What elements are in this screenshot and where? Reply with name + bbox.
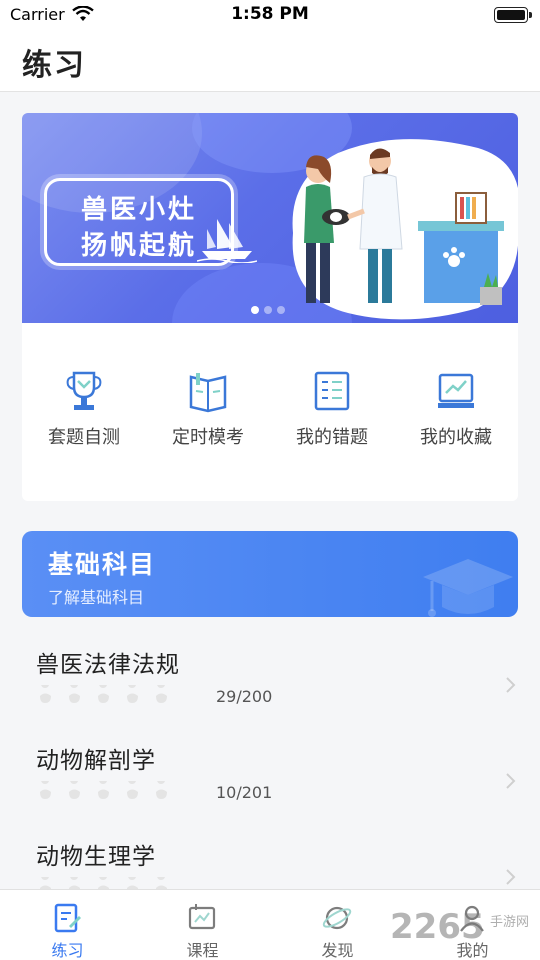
watermark-label: 手游网 bbox=[490, 915, 529, 930]
quick-action-timed-exam[interactable]: 定时模考 bbox=[146, 363, 270, 453]
tab-label: 练习 bbox=[51, 941, 84, 960]
chick-icon bbox=[127, 781, 138, 799]
carousel-dot[interactable] bbox=[264, 306, 272, 314]
subject-rating bbox=[36, 877, 181, 889]
tab-courses[interactable]: 课程 bbox=[135, 890, 270, 960]
quick-action-label: 我的错题 bbox=[296, 427, 368, 448]
subject-progress: 29/200 bbox=[216, 687, 273, 706]
tab-label: 课程 bbox=[186, 941, 219, 960]
subject-name: 动物生理学 bbox=[36, 844, 156, 870]
course-icon bbox=[188, 904, 216, 930]
carousel-indicator bbox=[251, 299, 290, 318]
subject-row[interactable]: 动物解剖学 10/201 bbox=[0, 741, 540, 837]
practice-icon bbox=[54, 903, 81, 933]
clock: 1:58 PM bbox=[231, 4, 309, 24]
site-watermark: 2265 手游网 bbox=[390, 907, 529, 946]
subject-name: 兽医法律法规 bbox=[36, 652, 180, 678]
subject-rating bbox=[36, 685, 181, 708]
quick-action-mistakes[interactable]: 我的错题 bbox=[270, 363, 394, 453]
quick-action-self-test[interactable]: 套题自测 bbox=[22, 363, 146, 453]
section-subtitle: 了解基础科目 bbox=[48, 588, 145, 607]
quick-action-label: 我的收藏 bbox=[420, 427, 492, 448]
quick-actions: 套题自测 定时模考 我的错题 我的收藏 bbox=[22, 363, 518, 463]
carousel-dot[interactable] bbox=[251, 306, 259, 314]
top-card: 兽医小灶 扬帆起航 套题自测 定时模考 我的错题 我的收藏 bbox=[22, 113, 518, 501]
veterinary-illustration bbox=[292, 139, 518, 320]
chick-icon bbox=[40, 685, 51, 703]
chick-icon bbox=[156, 877, 167, 889]
error-list-icon bbox=[314, 371, 350, 411]
chick-icon bbox=[98, 781, 109, 799]
chick-icon bbox=[98, 685, 109, 703]
quick-action-favorites[interactable]: 我的收藏 bbox=[394, 363, 518, 453]
subject-row[interactable]: 动物生理学 bbox=[0, 837, 540, 889]
chick-icon bbox=[98, 877, 109, 889]
status-bar: Carrier 1:58 PM bbox=[0, 0, 540, 30]
chick-icon bbox=[69, 781, 80, 799]
chick-icon bbox=[156, 781, 167, 799]
banner-carousel[interactable]: 兽医小灶 扬帆起航 bbox=[22, 113, 518, 323]
section-basic-subjects[interactable]: 基础科目 了解基础科目 bbox=[22, 531, 518, 617]
chart-screen-icon bbox=[438, 373, 474, 408]
battery-icon bbox=[494, 7, 532, 23]
chick-icon bbox=[127, 685, 138, 703]
tab-label: 发现 bbox=[321, 941, 354, 960]
section-title: 基础科目 bbox=[48, 550, 157, 579]
chevron-right-icon bbox=[506, 773, 516, 789]
book-icon bbox=[189, 373, 227, 413]
graduation-cap-icon bbox=[423, 559, 513, 617]
subject-progress: 10/201 bbox=[216, 783, 273, 802]
chick-icon bbox=[40, 781, 51, 799]
trophy-icon bbox=[66, 371, 102, 410]
chevron-right-icon bbox=[506, 677, 516, 693]
tab-practice[interactable]: 练习 bbox=[0, 890, 135, 960]
chick-icon bbox=[127, 877, 138, 889]
chick-icon bbox=[40, 877, 51, 889]
watermark-number: 2265 bbox=[390, 907, 485, 946]
subject-rating bbox=[36, 781, 181, 804]
subject-row[interactable]: 兽医法律法规 29/200 bbox=[0, 645, 540, 741]
nav-bar: 练习 bbox=[0, 30, 540, 92]
chick-icon bbox=[69, 685, 80, 703]
quick-action-label: 定时模考 bbox=[172, 427, 244, 448]
planet-icon bbox=[322, 906, 352, 930]
chick-icon bbox=[156, 685, 167, 703]
page-title: 练习 bbox=[22, 48, 86, 83]
quick-action-label: 套题自测 bbox=[48, 427, 120, 448]
tab-discover[interactable]: 发现 bbox=[270, 890, 405, 960]
carousel-dot[interactable] bbox=[277, 306, 285, 314]
chick-icon bbox=[69, 877, 80, 889]
sailboat-icon bbox=[197, 219, 257, 263]
subject-name: 动物解剖学 bbox=[36, 748, 156, 774]
chevron-right-icon bbox=[506, 869, 516, 885]
